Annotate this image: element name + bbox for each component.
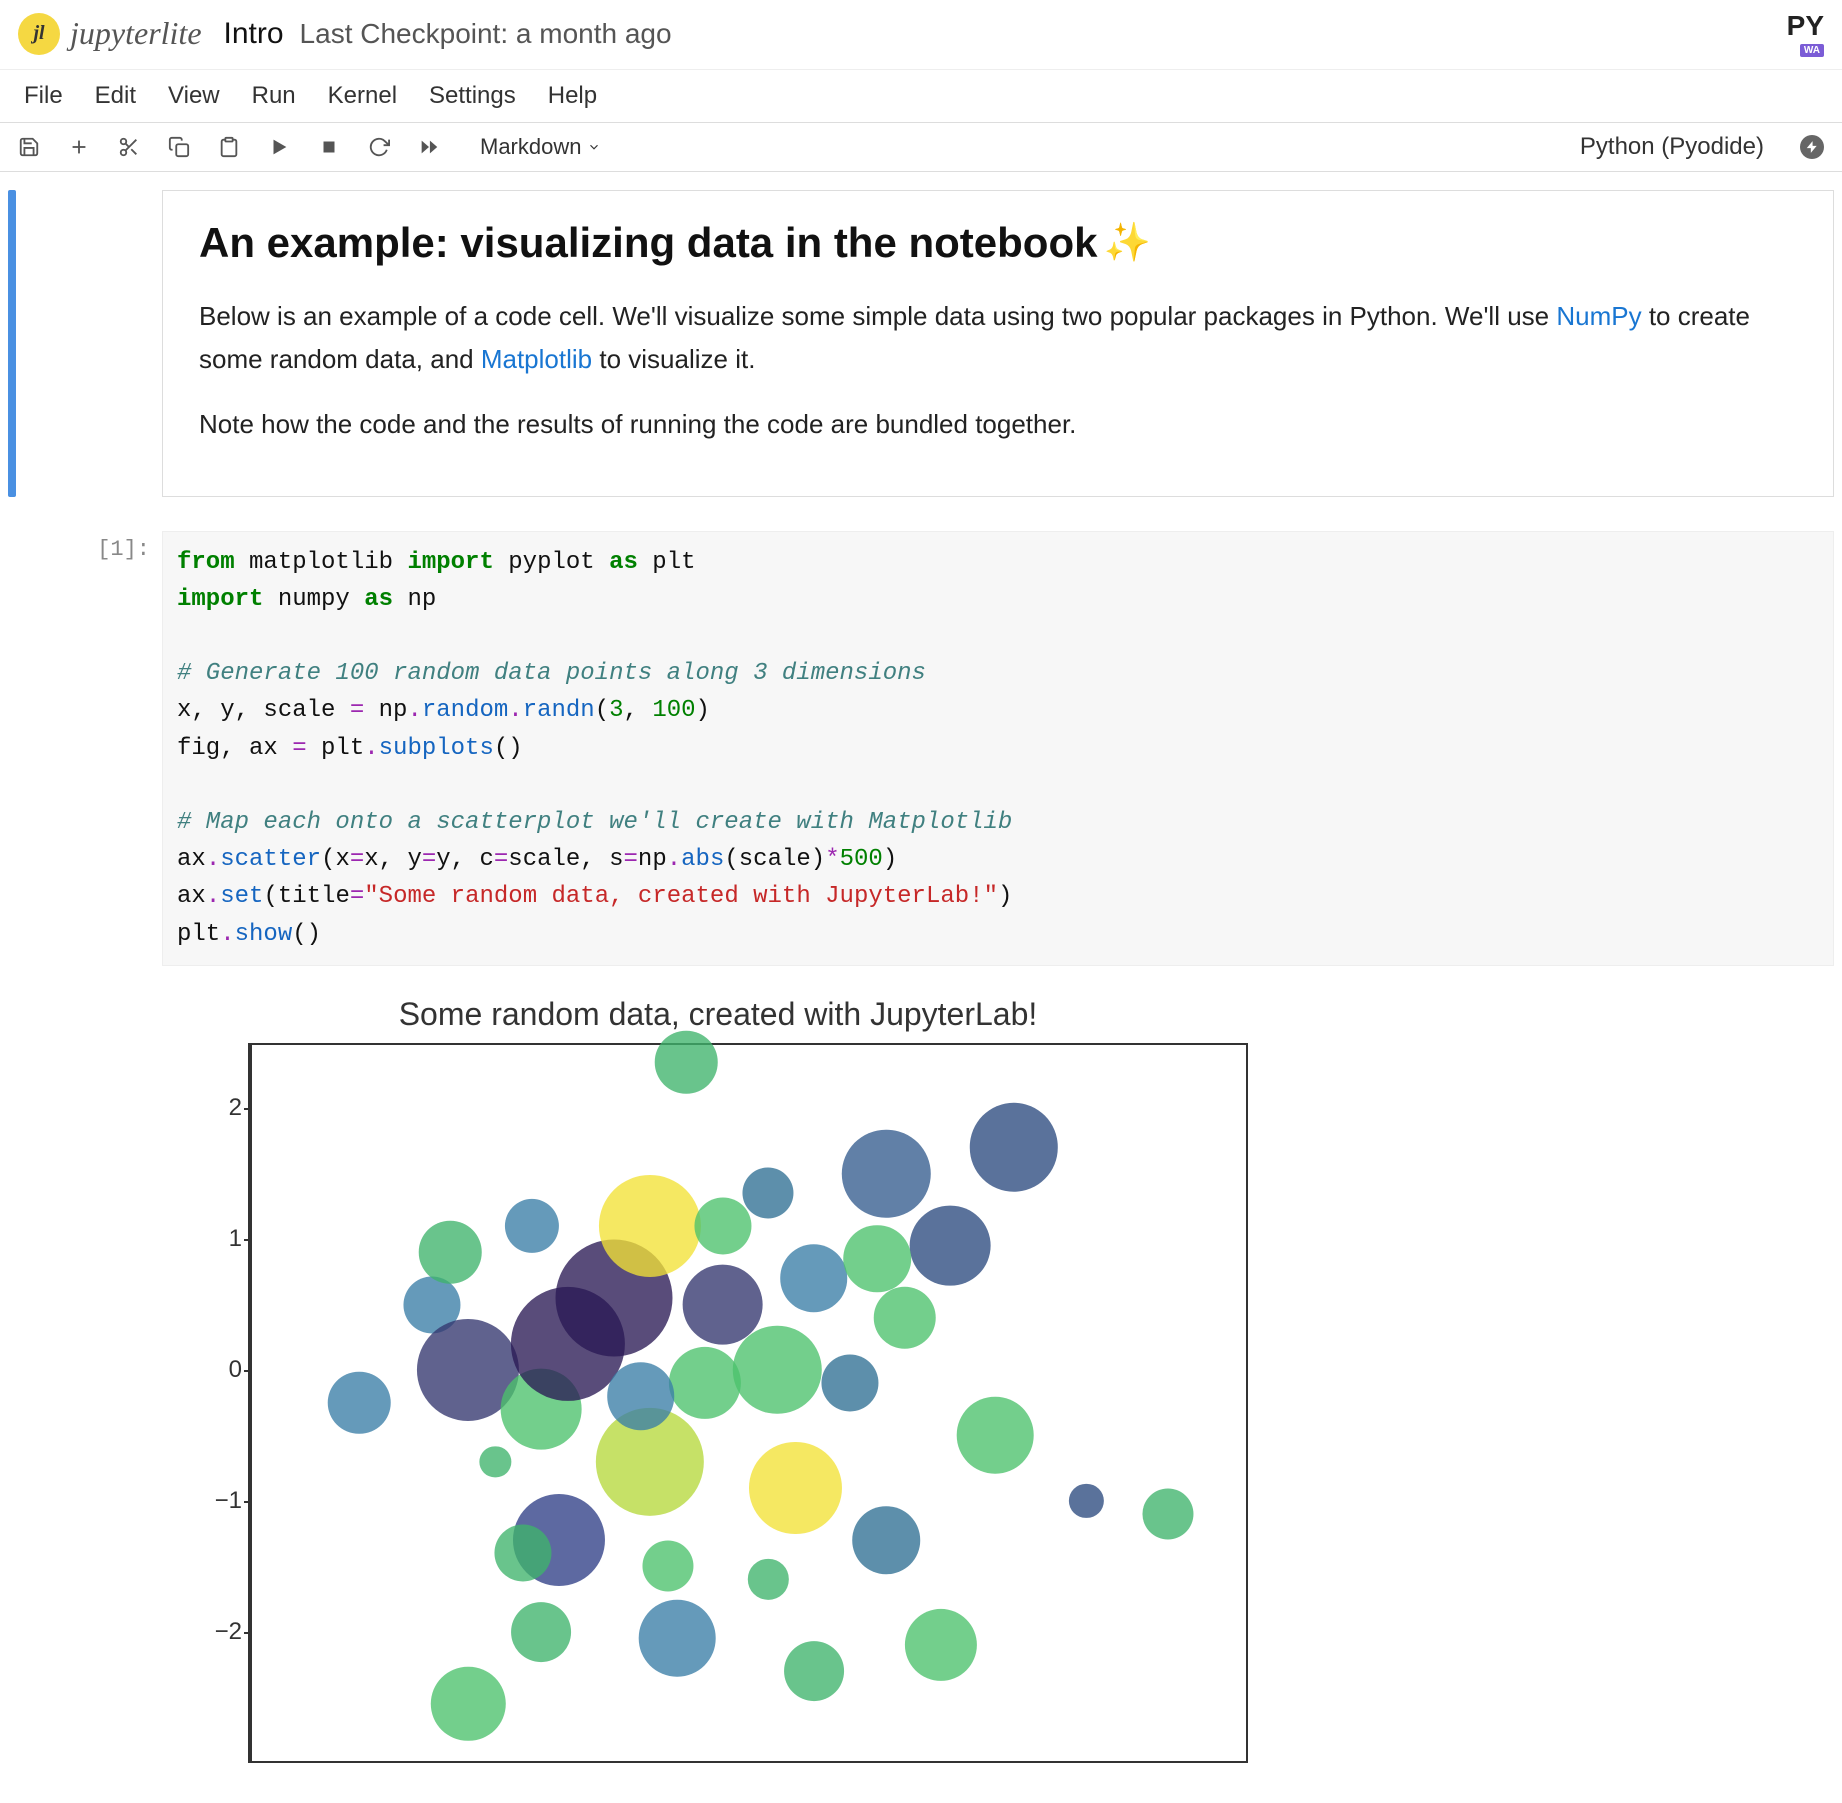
menu-settings[interactable]: Settings bbox=[429, 82, 516, 110]
chart-bubble bbox=[784, 1641, 844, 1701]
copy-icon[interactable] bbox=[168, 136, 190, 158]
kernel-name[interactable]: Python (Pyodide) bbox=[1580, 133, 1764, 161]
menu-run[interactable]: Run bbox=[252, 82, 296, 110]
cell-selection-bar bbox=[8, 190, 16, 497]
chart-bubble bbox=[419, 1221, 482, 1284]
chevron-down-icon bbox=[587, 140, 601, 154]
chart-bubble bbox=[749, 1442, 841, 1534]
menu-file[interactable]: File bbox=[24, 82, 63, 110]
md-paragraph-2: Note how the code and the results of run… bbox=[199, 403, 1797, 446]
numpy-link[interactable]: NumPy bbox=[1556, 301, 1641, 331]
code-cell-body[interactable]: from matplotlib import pyplot as plt imp… bbox=[162, 531, 1834, 966]
chart-bubble bbox=[743, 1168, 794, 1219]
app-logo-icon: jl bbox=[18, 13, 60, 55]
scatter-chart: Some random data, created with JupyterLa… bbox=[188, 996, 1248, 1763]
y-tick: 1 bbox=[229, 1225, 242, 1253]
py-label: PY bbox=[1787, 10, 1824, 42]
chart-plot-area: −2−1012 bbox=[248, 1043, 1248, 1763]
chart-bubble bbox=[694, 1197, 751, 1254]
menu-view[interactable]: View bbox=[168, 82, 220, 110]
md-paragraph-1: Below is an example of a code cell. We'l… bbox=[199, 295, 1797, 381]
chart-bubble bbox=[873, 1286, 936, 1349]
cell-gutter bbox=[8, 531, 16, 966]
paste-icon[interactable] bbox=[218, 136, 240, 158]
chart-bubble bbox=[668, 1347, 740, 1419]
chart-bubble bbox=[1143, 1488, 1194, 1539]
input-prompt: [1]: bbox=[22, 531, 162, 966]
app-logo-text: jupyterlite bbox=[70, 15, 202, 52]
fast-forward-icon[interactable] bbox=[418, 136, 440, 158]
chart-bubble bbox=[843, 1225, 911, 1293]
menubar: File Edit View Run Kernel Settings Help bbox=[0, 69, 1842, 123]
sparkle-icon: ✨ bbox=[1103, 221, 1150, 265]
y-axis: −2 −1 0 1 2 bbox=[190, 1043, 246, 1763]
chart-bubble bbox=[957, 1397, 1034, 1474]
cell-output: Some random data, created with JupyterLa… bbox=[8, 996, 1834, 1763]
chart-bubble bbox=[599, 1175, 701, 1277]
celltype-label: Markdown bbox=[480, 134, 581, 160]
chart-bubble bbox=[328, 1371, 391, 1434]
menu-edit[interactable]: Edit bbox=[95, 82, 136, 110]
prompt-col bbox=[22, 190, 162, 497]
add-cell-icon[interactable] bbox=[68, 136, 90, 158]
notebook-area: An example: visualizing data in the note… bbox=[0, 172, 1842, 1803]
y-tick: 0 bbox=[229, 1356, 242, 1384]
chart-bubble bbox=[821, 1355, 878, 1412]
y-tick: −2 bbox=[215, 1618, 242, 1646]
md-heading: An example: visualizing data in the note… bbox=[199, 219, 1797, 267]
save-icon[interactable] bbox=[18, 136, 40, 158]
checkpoint-label: Last Checkpoint: a month ago bbox=[300, 18, 672, 50]
chart-bubble bbox=[643, 1541, 694, 1592]
code-cell[interactable]: [1]: from matplotlib import pyplot as pl… bbox=[8, 531, 1834, 966]
chart-bubble bbox=[655, 1031, 718, 1094]
wa-badge: WA bbox=[1800, 44, 1824, 57]
y-tick: 2 bbox=[229, 1094, 242, 1122]
notebook-title[interactable]: Intro bbox=[224, 17, 284, 51]
chart-bubble bbox=[780, 1245, 848, 1313]
titlebar: jl jupyterlite Intro Last Checkpoint: a … bbox=[0, 0, 1842, 69]
chart-bubble bbox=[910, 1205, 991, 1286]
chart-bubble bbox=[607, 1362, 675, 1430]
stop-icon[interactable] bbox=[318, 136, 340, 158]
kernel-status-icon[interactable] bbox=[1800, 135, 1824, 159]
python-badge: PY WA bbox=[1787, 10, 1824, 57]
run-icon[interactable] bbox=[268, 136, 290, 158]
chart-bubble bbox=[639, 1600, 716, 1677]
chart-title: Some random data, created with JupyterLa… bbox=[188, 996, 1248, 1033]
matplotlib-link[interactable]: Matplotlib bbox=[481, 344, 592, 374]
cut-icon[interactable] bbox=[118, 136, 140, 158]
celltype-dropdown[interactable]: Markdown bbox=[480, 134, 601, 160]
markdown-cell-body[interactable]: An example: visualizing data in the note… bbox=[162, 190, 1834, 497]
menu-help[interactable]: Help bbox=[548, 82, 597, 110]
restart-icon[interactable] bbox=[368, 136, 390, 158]
chart-bubble bbox=[905, 1609, 977, 1681]
markdown-cell[interactable]: An example: visualizing data in the note… bbox=[8, 190, 1834, 497]
chart-bubble bbox=[511, 1602, 571, 1662]
toolbar: Markdown Python (Pyodide) bbox=[0, 123, 1842, 172]
md-heading-text: An example: visualizing data in the note… bbox=[199, 219, 1097, 267]
y-tick: −1 bbox=[215, 1487, 242, 1515]
chart-bubble bbox=[494, 1525, 551, 1582]
menu-kernel[interactable]: Kernel bbox=[328, 82, 397, 110]
chart-bubble bbox=[505, 1199, 559, 1253]
chart-bubble bbox=[853, 1506, 921, 1574]
